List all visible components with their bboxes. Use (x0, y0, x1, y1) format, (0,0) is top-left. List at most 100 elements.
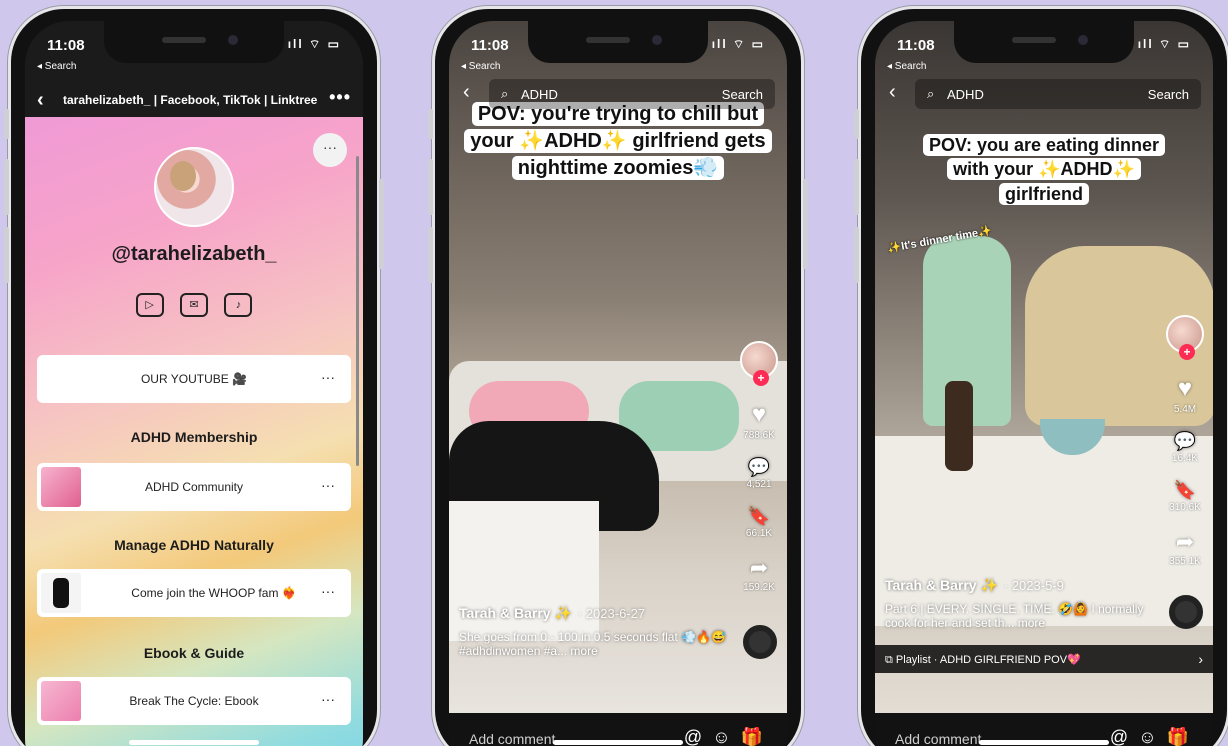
tiktok-icon[interactable]: ♪ (224, 293, 253, 317)
link-button-ebook[interactable]: Break The Cycle: Ebook ··· (37, 677, 351, 725)
video-meta: Tarah & Barry ✨ · 2023-6-27 She goes from… (459, 605, 731, 659)
volume-down-button (4, 227, 9, 283)
search-bar[interactable]: ⌕ ADHD Search (915, 79, 1201, 109)
search-button[interactable]: Search (722, 87, 763, 102)
action-rail: + ♥ 788.6K 💬 4,521 🔖 66.1K ➦ 159.2K (739, 341, 779, 593)
status-indicators: ıll ⌔ ▭ (287, 37, 341, 51)
search-icon: ⌕ (501, 86, 509, 101)
post-date: · 2023-5-9 (1003, 578, 1064, 593)
music-disc-icon[interactable] (1169, 595, 1203, 629)
like-count: 5.4M (1173, 404, 1197, 415)
action-rail: + ♥ 5.4M 💬 16.4K 🔖 310.6K ➦ 355.1K (1165, 315, 1205, 567)
follow-plus-icon[interactable]: + (1179, 344, 1195, 360)
link-label: Break The Cycle: Ebook (129, 694, 259, 708)
heart-icon[interactable]: ♥ (1165, 375, 1205, 403)
section-title: Ebook & Guide (143, 645, 245, 661)
link-label: ADHD Community (144, 480, 243, 494)
phone-linktree: 11:08 ◂ Search ıll ⌔ ▭ ‹ tarahelizabeth_… (4, 6, 384, 746)
phone-tiktok-video-2: 11:08 ◂ Search ıll ⌔ ▭ ‹ ⌕ ADHD Search P… (854, 6, 1228, 746)
mention-icon[interactable]: @ (684, 727, 712, 746)
screen: 11:08 ◂ Search ıll ⌔ ▭ ‹ ⌕ ADHD Search P… (875, 21, 1213, 746)
home-indicator[interactable] (979, 740, 1109, 745)
playlist-bar[interactable]: ⧉ Playlist · ADHD GIRLFRIEND POV💖 › (875, 645, 1213, 673)
share-icon[interactable]: ➦ (739, 555, 779, 581)
comment-input[interactable]: Add comment... (895, 731, 993, 746)
power-button (803, 179, 808, 269)
link-button-youtube[interactable]: OUR YOUTUBE 🎥 ··· (37, 355, 351, 403)
search-icon: ⌕ (927, 86, 935, 101)
bookmark-icon[interactable]: 🔖 (1165, 480, 1205, 501)
comment-icon[interactable]: 💬 (739, 457, 779, 478)
video-bottle (945, 381, 973, 471)
back-to-search-link[interactable]: ◂ Search (37, 61, 76, 72)
video-description[interactable]: Part 6 | EVERY. SINGLE. TIME. 🤣🙆 I norma… (885, 602, 1157, 631)
video-description[interactable]: She goes from 0 - 100 in 0.5 seconds fla… (459, 630, 731, 659)
comment-count: 16.4K (1171, 453, 1199, 464)
heart-icon[interactable]: ♥ (739, 401, 779, 429)
playlist-label: ⧉ Playlist · ADHD GIRLFRIEND POV💖 (885, 654, 1081, 666)
caption-text: POV: you are eating dinner with your ✨AD… (922, 134, 1166, 205)
back-icon[interactable]: ‹ (463, 81, 470, 104)
link-options-icon[interactable]: ··· (321, 477, 335, 493)
mute-switch (4, 109, 9, 139)
creator-avatar[interactable]: + (1166, 315, 1204, 360)
screen: 11:08 ◂ Search ıll ⌔ ▭ ‹ tarahelizabeth_… (25, 21, 363, 746)
comment-icon[interactable]: 💬 (1165, 431, 1205, 452)
emoji-icon[interactable]: ☺ (1138, 727, 1166, 746)
comment-tools: @☺🎁 (684, 727, 773, 746)
browser-header: ‹ tarahelizabeth_ | Facebook, TikTok | L… (25, 83, 363, 117)
back-to-search-link[interactable]: ◂ Search (887, 61, 926, 72)
link-button-community[interactable]: ADHD Community ··· (37, 463, 351, 511)
search-button[interactable]: Search (1148, 87, 1189, 102)
emoji-icon[interactable]: ☺ (712, 727, 740, 746)
share-icon[interactable]: ➦ (1165, 529, 1205, 555)
search-query[interactable]: ADHD (521, 87, 558, 102)
video-caption: POV: you are eating dinner with your ✨AD… (875, 133, 1213, 206)
link-options-icon[interactable]: ··· (321, 691, 335, 707)
link-label: Come join the WHOOP fam ❤️‍🔥 (131, 586, 297, 600)
more-icon[interactable]: ••• (329, 87, 351, 108)
profile-handle: @tarahelizabeth_ (111, 243, 277, 265)
search-bar[interactable]: ⌕ ADHD Search (489, 79, 775, 109)
status-indicators: ıll ⌔ ▭ (711, 37, 765, 51)
search-query[interactable]: ADHD (947, 87, 984, 102)
back-to-search-link[interactable]: ◂ Search (461, 61, 500, 72)
comment-input[interactable]: Add comment... (469, 731, 567, 746)
back-icon[interactable]: ‹ (37, 89, 44, 112)
home-indicator[interactable] (553, 740, 683, 745)
music-disc-icon[interactable] (743, 625, 777, 659)
phone-tiktok-video-1: 11:08 ◂ Search ıll ⌔ ▭ ‹ ⌕ ADHD Search P… (428, 6, 808, 746)
mail-icon[interactable]: ✉ (180, 293, 208, 317)
creator-avatar[interactable]: + (740, 341, 778, 386)
like-count: 788.6K (743, 430, 775, 441)
notch (104, 21, 284, 63)
link-options-icon[interactable]: ··· (321, 583, 335, 599)
comment-tools: @☺🎁 (1110, 727, 1199, 746)
bookmark-icon[interactable]: 🔖 (739, 506, 779, 527)
author-name[interactable]: Tarah & Barry ✨ · 2023-6-27 (459, 605, 731, 622)
volume-up-button (428, 159, 433, 215)
caption-text: POV: you're trying to chill but your ✨AD… (464, 102, 772, 181)
home-indicator[interactable] (129, 740, 259, 745)
volume-up-button (854, 159, 859, 215)
status-indicators: ıll ⌔ ▭ (1137, 37, 1191, 51)
page-title: tarahelizabeth_ | Facebook, TikTok | Lin… (63, 93, 318, 107)
mention-icon[interactable]: @ (1110, 727, 1138, 746)
profile-menu-button[interactable]: ··· (313, 133, 347, 167)
save-count: 66.1K (745, 528, 773, 539)
link-options-icon[interactable]: ··· (321, 369, 335, 385)
youtube-icon[interactable]: ▷ (135, 293, 164, 317)
volume-up-button (4, 159, 9, 215)
gift-icon[interactable]: 🎁 (741, 727, 773, 746)
link-button-whoop[interactable]: Come join the WHOOP fam ❤️‍🔥 ··· (37, 569, 351, 617)
follow-plus-icon[interactable]: + (753, 370, 769, 386)
avatar (154, 147, 234, 227)
section-title: Manage ADHD Naturally (114, 537, 274, 553)
author-name[interactable]: Tarah & Barry ✨ · 2023-5-9 (885, 577, 1157, 594)
scrollbar[interactable] (356, 156, 359, 466)
back-icon[interactable]: ‹ (889, 81, 896, 104)
gift-icon[interactable]: 🎁 (1167, 727, 1199, 746)
screen: 11:08 ◂ Search ıll ⌔ ▭ ‹ ⌕ ADHD Search P… (449, 21, 787, 746)
power-button (379, 179, 384, 269)
video-meta: Tarah & Barry ✨ · 2023-5-9 Part 6 | EVERY… (885, 577, 1157, 631)
